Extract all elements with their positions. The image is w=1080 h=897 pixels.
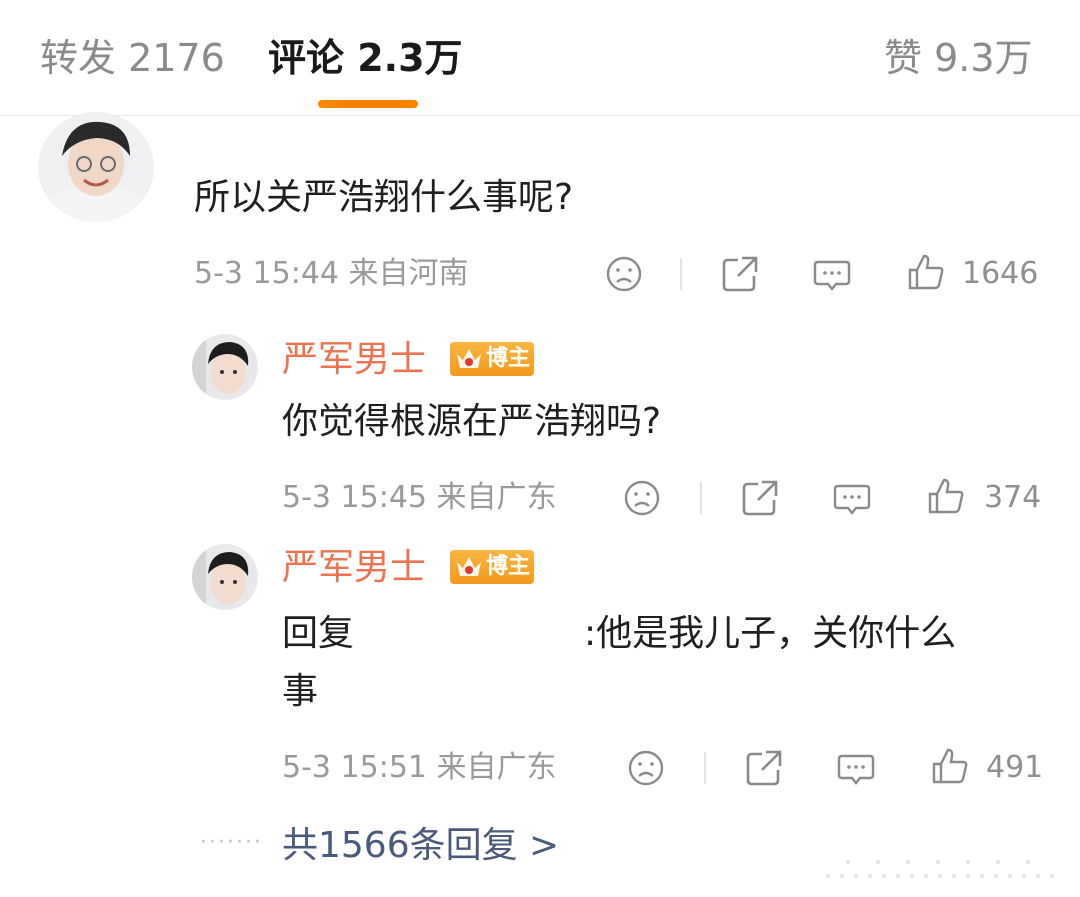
tab-repost[interactable]: 转发 2176: [40, 34, 225, 82]
tab-comments[interactable]: 评论 2.3万: [268, 34, 463, 82]
crown-icon: [457, 349, 481, 368]
more-replies-link[interactable]: 共1566条回复 >: [282, 822, 559, 870]
header-divider: [0, 115, 1080, 116]
reply-text-continued: 事: [282, 671, 319, 712]
like-count: 374: [984, 480, 1042, 515]
active-tab-indicator: [318, 100, 418, 108]
like-count: 1646: [962, 256, 1039, 291]
reply-username[interactable]: 严军男士: [282, 338, 426, 382]
reply-prefix: 回复: [282, 613, 355, 654]
comment-icon[interactable]: [836, 748, 876, 788]
like-thumb-icon[interactable]: [926, 476, 966, 516]
comment-tabs: 转发 2176 评论 2.3万 赞 9.3万: [0, 0, 1080, 116]
repost-icon[interactable]: [744, 748, 784, 788]
reply-username[interactable]: 严军男士: [282, 546, 426, 590]
repost-icon[interactable]: [740, 478, 780, 518]
reply-avatar[interactable]: [192, 334, 258, 400]
action-separator: [700, 482, 702, 514]
blogger-badge: 博主: [450, 342, 534, 376]
sad-face-icon[interactable]: [626, 748, 666, 788]
action-separator: [680, 258, 682, 290]
sad-face-icon[interactable]: [622, 478, 662, 518]
like-thumb-icon[interactable]: [930, 746, 970, 786]
comment-meta: 5-3 15:44 来自河南: [194, 256, 469, 291]
badge-label: 博主: [486, 554, 531, 579]
repost-icon[interactable]: [720, 254, 760, 294]
comment-icon[interactable]: [812, 254, 852, 294]
reply-meta: 5-3 15:45 来自广东: [282, 480, 557, 515]
comment-text: 所以关严浩翔什么事呢?: [194, 177, 574, 218]
action-separator: [704, 752, 706, 784]
comment-icon[interactable]: [832, 478, 872, 518]
commenter-avatar[interactable]: [38, 112, 154, 222]
badge-label: 博主: [486, 346, 531, 371]
like-count: 491: [986, 750, 1044, 785]
bottom-fade-dots: [826, 860, 1054, 878]
blogger-badge: 博主: [450, 550, 534, 584]
more-replies-dots: ·······: [200, 830, 263, 855]
reply-text: :他是我儿子，关你什么: [584, 613, 957, 654]
sad-face-icon[interactable]: [604, 254, 644, 294]
reply-meta: 5-3 15:51 来自广东: [282, 750, 557, 785]
reply-avatar[interactable]: [192, 544, 258, 610]
like-thumb-icon[interactable]: [906, 252, 946, 292]
crown-icon: [457, 557, 481, 576]
reply-text: 你觉得根源在严浩翔吗?: [282, 401, 662, 442]
tab-likes[interactable]: 赞 9.3万: [884, 34, 1033, 82]
